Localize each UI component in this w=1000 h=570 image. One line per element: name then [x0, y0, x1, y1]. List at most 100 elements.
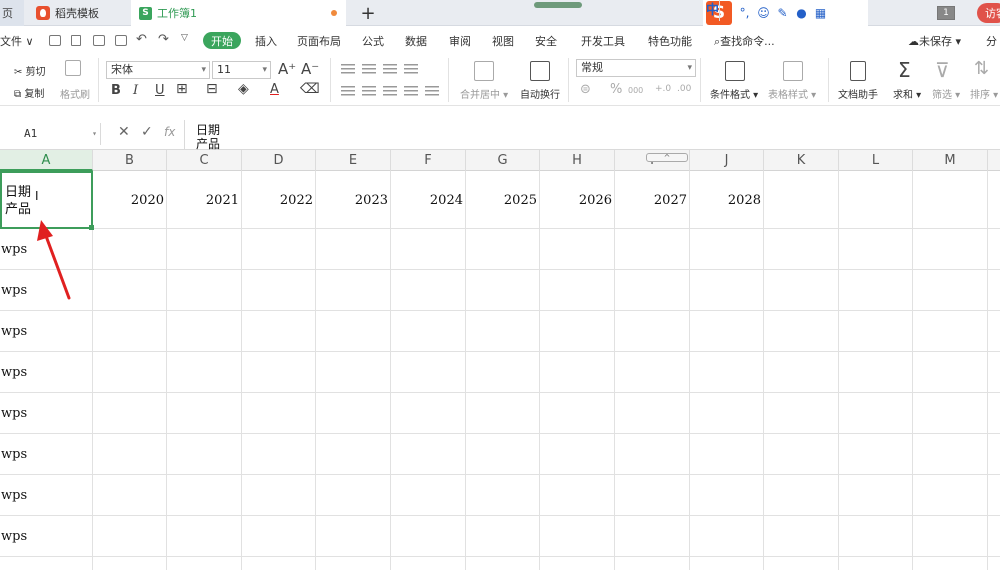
cell-a4[interactable]: wps — [1, 324, 27, 339]
name-box[interactable]: A1 — [0, 123, 101, 145]
menu-file[interactable]: 文件 ∨ — [0, 33, 34, 49]
cut-button[interactable]: ✂ 剪切 — [14, 63, 46, 78]
align-middle-icon[interactable] — [362, 64, 376, 75]
cell-d1[interactable]: 2022 — [242, 193, 313, 208]
format-painter-button[interactable]: 格式刷 — [60, 86, 90, 101]
thousands-separator-button[interactable]: 000 — [628, 86, 643, 95]
underline-button[interactable]: U — [155, 83, 165, 98]
align-right-icon[interactable] — [383, 86, 397, 97]
italic-button[interactable]: I — [133, 83, 138, 98]
print-preview-icon[interactable] — [115, 35, 127, 46]
collapse-ribbon-button[interactable]: ^ — [646, 153, 688, 162]
command-search[interactable]: ⌕查找命令... — [714, 33, 775, 49]
tab-workbook1[interactable]: S 工作簿1 — [131, 0, 346, 26]
align-center-icon[interactable] — [362, 86, 376, 97]
column-header-e[interactable]: E — [316, 150, 391, 171]
column-header-b[interactable]: B — [93, 150, 167, 171]
column-header-k[interactable]: K — [764, 150, 839, 171]
cell-j1[interactable]: 2028 — [690, 193, 761, 208]
currency-icon[interactable]: ⊜ — [580, 82, 591, 97]
align-bottom-icon[interactable] — [383, 64, 397, 75]
emoji-icon[interactable]: ☺ — [757, 6, 770, 20]
sum-button[interactable]: 求和 ▾ — [893, 86, 921, 101]
column-header-m[interactable]: M — [913, 150, 988, 171]
export-pdf-icon[interactable] — [71, 35, 81, 46]
column-header-d[interactable]: D — [242, 150, 316, 171]
cell-a8[interactable]: wps — [1, 488, 27, 503]
cell-a2[interactable]: wps — [1, 242, 27, 257]
cancel-edit-icon[interactable]: ✕ — [118, 124, 130, 140]
align-left-icon[interactable] — [341, 86, 355, 97]
cell-c1[interactable]: 2021 — [167, 193, 239, 208]
quick-access-dropdown-icon[interactable]: ▽ — [181, 33, 188, 43]
formula-input[interactable]: 日期 产品 — [196, 123, 220, 151]
decrease-decimal-icon[interactable]: .00 — [677, 84, 691, 94]
menu-features[interactable]: 特色功能 — [648, 33, 692, 49]
cell-g1[interactable]: 2025 — [466, 193, 537, 208]
visitor-login-button[interactable]: 访客 — [977, 3, 1000, 23]
tab-docer-templates[interactable]: 稻壳模板 — [30, 0, 128, 26]
cell-e1[interactable]: 2023 — [316, 193, 388, 208]
borders-icon[interactable]: ⊞ — [176, 81, 188, 97]
menu-page-layout[interactable]: 页面布局 — [297, 33, 341, 49]
column-header-h[interactable]: H — [540, 150, 615, 171]
cell-a9[interactable]: wps — [1, 529, 27, 544]
window-count-badge[interactable]: 1 — [937, 6, 955, 20]
cell-h1[interactable]: 2026 — [540, 193, 612, 208]
menu-start[interactable]: 开始 — [203, 32, 241, 49]
merge-center-button[interactable]: 合并居中 ▾ — [460, 86, 508, 101]
menu-security[interactable]: 安全 — [535, 33, 557, 49]
print-icon[interactable] — [93, 35, 105, 46]
wrap-text-button[interactable]: 自动换行 — [520, 86, 560, 101]
cell-style-icon[interactable]: ⊟ — [206, 81, 218, 97]
column-header-c[interactable]: C — [167, 150, 242, 171]
grow-font-button[interactable]: A⁺ — [278, 60, 296, 78]
save-icon[interactable] — [49, 35, 61, 46]
font-color-button[interactable]: A — [270, 82, 279, 97]
distributed-align-icon[interactable] — [425, 86, 439, 97]
active-cell-a1[interactable]: 日期 产品 — [0, 171, 94, 230]
cell-a3[interactable]: wps — [1, 283, 27, 298]
cell-f1[interactable]: 2024 — [391, 193, 463, 208]
column-header-f[interactable]: F — [391, 150, 466, 171]
tab-home[interactable]: 页 — [0, 0, 24, 26]
cell-b1[interactable]: 2020 — [93, 193, 164, 208]
new-tab-button[interactable]: + — [356, 0, 380, 26]
align-top-icon[interactable] — [341, 64, 355, 75]
undo-icon[interactable]: ↶ — [136, 32, 147, 47]
column-header-a[interactable]: A — [0, 150, 93, 171]
column-header-j[interactable]: J — [690, 150, 764, 171]
microphone-icon[interactable]: ● — [795, 6, 808, 20]
increase-decimal-icon[interactable]: +.0 — [655, 84, 671, 94]
orientation-icon[interactable] — [404, 64, 418, 75]
window-drag-handle[interactable] — [534, 2, 582, 8]
cell-a5[interactable]: wps — [1, 365, 27, 380]
table-style-button[interactable]: 表格样式 ▾ — [768, 86, 816, 101]
number-format-select[interactable]: 常规 — [576, 59, 696, 77]
redo-icon[interactable]: ↷ — [158, 32, 169, 47]
punctuation-toggle[interactable]: °, — [738, 6, 751, 20]
menu-formulas[interactable]: 公式 — [362, 33, 384, 49]
cell-a7[interactable]: wps — [1, 447, 27, 462]
conditional-format-button[interactable]: 条件格式 ▾ — [710, 86, 758, 101]
percent-button[interactable]: % — [610, 82, 622, 97]
shrink-font-button[interactable]: A⁻ — [301, 60, 319, 78]
copy-button[interactable]: ⧉ 复制 — [14, 85, 44, 100]
menu-review[interactable]: 审阅 — [449, 33, 471, 49]
column-header-g[interactable]: G — [466, 150, 540, 171]
fill-handle[interactable] — [89, 225, 94, 230]
confirm-edit-icon[interactable]: ✓ — [141, 124, 153, 140]
cell-i1[interactable]: 2027 — [615, 193, 687, 208]
cell-a6[interactable]: wps — [1, 406, 27, 421]
sort-button[interactable]: 排序 ▾ — [970, 86, 998, 101]
justify-icon[interactable] — [404, 86, 418, 97]
ime-mode-toggle[interactable]: 中 — [706, 0, 721, 21]
filter-button[interactable]: 筛选 ▾ — [932, 86, 960, 101]
doc-helper-button[interactable]: 文档助手 — [838, 86, 878, 101]
menu-view[interactable]: 视图 — [492, 33, 514, 49]
toolbox-grid-icon[interactable]: ▦ — [814, 6, 827, 20]
pen-icon[interactable]: ✎ — [776, 6, 789, 20]
column-header-l[interactable]: L — [839, 150, 913, 171]
share-button[interactable]: 分 — [986, 33, 997, 49]
menu-developer[interactable]: 开发工具 — [581, 33, 625, 49]
